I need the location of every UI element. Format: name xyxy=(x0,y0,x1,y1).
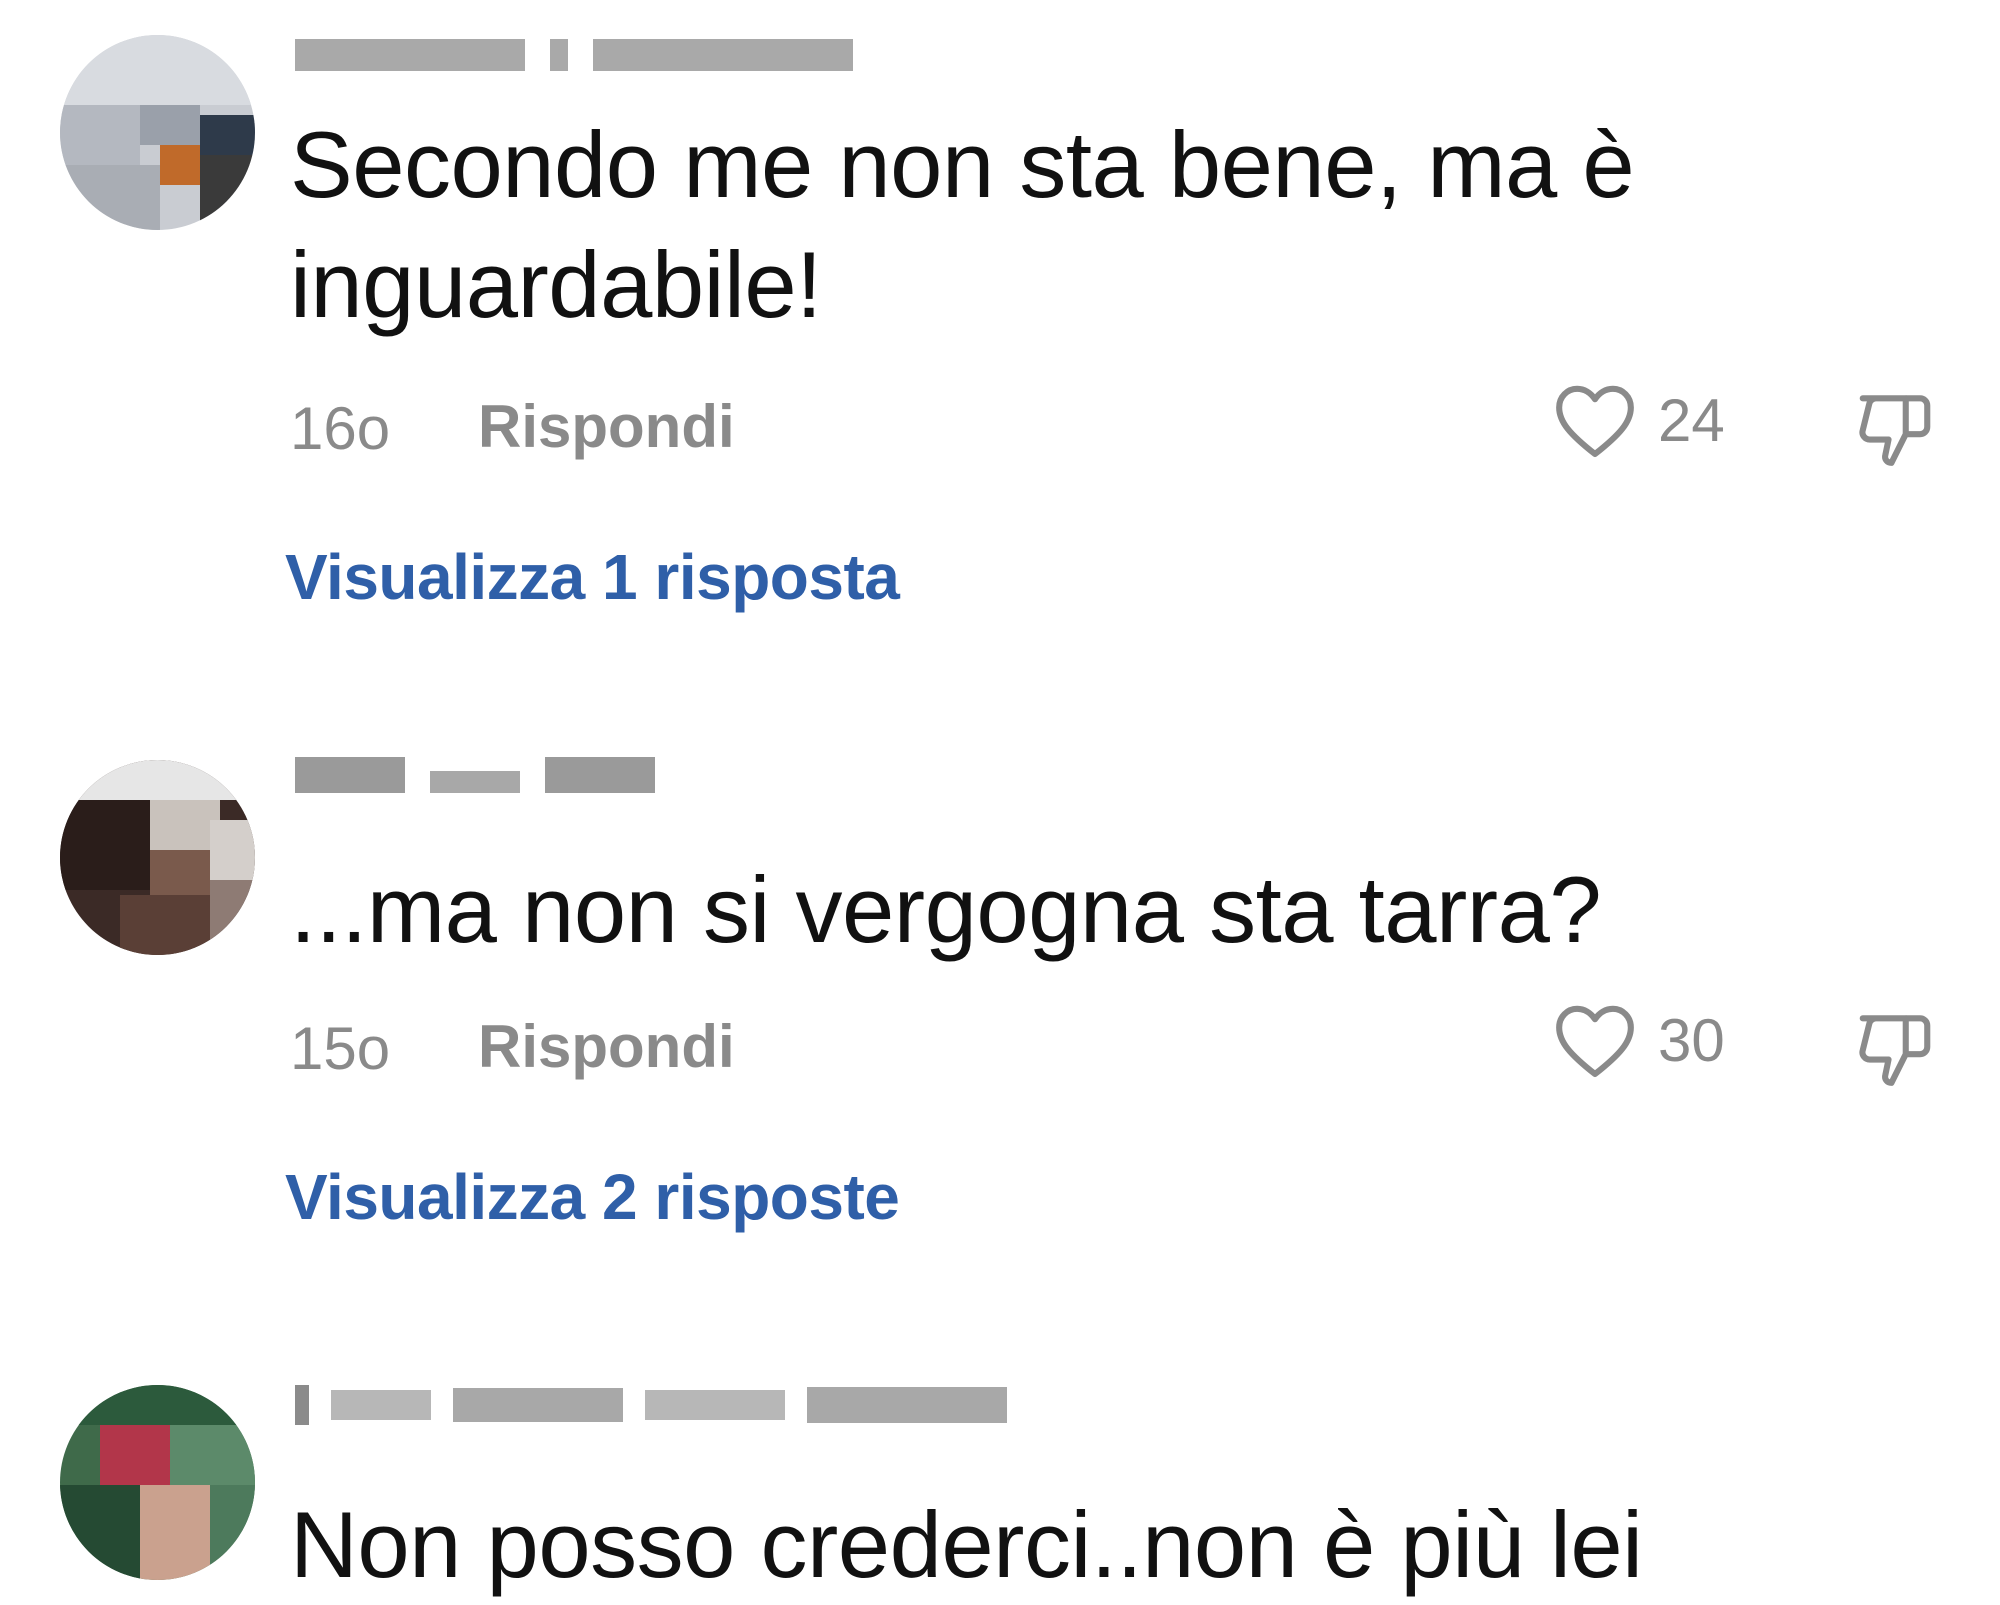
like-button[interactable]: 24 xyxy=(1552,380,1725,460)
redacted-block xyxy=(550,39,568,71)
avatar[interactable] xyxy=(60,760,255,955)
comment-timestamp: 16o xyxy=(290,395,391,462)
avatar-pixel xyxy=(120,895,210,955)
comment-text: Secondo me non sta bene, ma è inguardabi… xyxy=(290,112,1635,337)
like-count: 24 xyxy=(1658,386,1725,454)
avatar-pixel xyxy=(60,1485,140,1580)
redacted-block xyxy=(295,39,525,71)
redacted-block xyxy=(645,1390,785,1420)
redacted-block xyxy=(430,771,520,793)
redacted-block xyxy=(807,1387,1007,1423)
dislike-button[interactable] xyxy=(1850,1004,1940,1104)
avatar[interactable] xyxy=(60,1385,255,1580)
avatar-pixel xyxy=(100,1425,170,1485)
redacted-block xyxy=(593,39,853,71)
view-replies-link[interactable]: Visualizza 2 risposte xyxy=(285,1160,900,1234)
heart-outline-icon xyxy=(1552,1000,1638,1080)
thumbs-down-outline-icon xyxy=(1850,395,1940,483)
username-redacted[interactable] xyxy=(295,1380,1007,1430)
redacted-block xyxy=(295,1385,309,1425)
redacted-block xyxy=(453,1388,623,1422)
comment-item: Secondo me non sta bene, ma è inguardabi… xyxy=(0,0,2000,700)
avatar-pixel xyxy=(60,165,160,230)
heart-outline-icon xyxy=(1552,380,1638,460)
username-redacted[interactable] xyxy=(295,750,655,800)
comment-text: Non posso crederci..non è più lei xyxy=(290,1492,1643,1597)
avatar-pixel xyxy=(210,820,255,880)
avatar-pixel xyxy=(60,760,255,800)
thumbs-down-outline-icon xyxy=(1850,1015,1940,1103)
avatar-pixel xyxy=(210,1485,255,1580)
comment-timestamp: 15o xyxy=(290,1015,391,1082)
comment-text: ...ma non si vergogna sta tarra? xyxy=(290,857,1602,962)
comment-meta: 16o Rispondi 24 xyxy=(290,380,1960,470)
like-count: 30 xyxy=(1658,1006,1725,1074)
view-replies-link[interactable]: Visualizza 1 risposta xyxy=(285,540,900,614)
reply-button[interactable]: Rispondi xyxy=(478,1012,735,1081)
avatar-pixel xyxy=(200,155,255,230)
avatar-pixel xyxy=(170,1425,255,1485)
redacted-block xyxy=(331,1390,431,1420)
avatar-pixel xyxy=(160,145,200,185)
avatar-pixel xyxy=(60,800,150,890)
comment-item: ...ma non si vergogna sta tarra? 15o Ris… xyxy=(0,700,2000,1320)
avatar-pixel xyxy=(140,1485,210,1580)
comment-meta: 15o Rispondi 30 xyxy=(290,1000,1960,1090)
avatar-pixel xyxy=(60,35,255,105)
avatar-pixel xyxy=(210,880,255,955)
avatar[interactable] xyxy=(60,35,255,230)
avatar-pixel xyxy=(200,115,255,155)
redacted-block xyxy=(295,757,405,793)
avatar-pixel xyxy=(60,105,140,165)
dislike-button[interactable] xyxy=(1850,384,1940,484)
avatar-pixel xyxy=(140,105,200,145)
avatar-pixel xyxy=(60,1385,255,1425)
redacted-block xyxy=(545,757,655,793)
avatar-pixel xyxy=(150,850,210,895)
username-redacted[interactable] xyxy=(295,30,853,80)
comment-item: Non posso crederci..non è più lei xyxy=(0,1320,2000,1597)
like-button[interactable]: 30 xyxy=(1552,1000,1725,1080)
reply-button[interactable]: Rispondi xyxy=(478,392,735,461)
